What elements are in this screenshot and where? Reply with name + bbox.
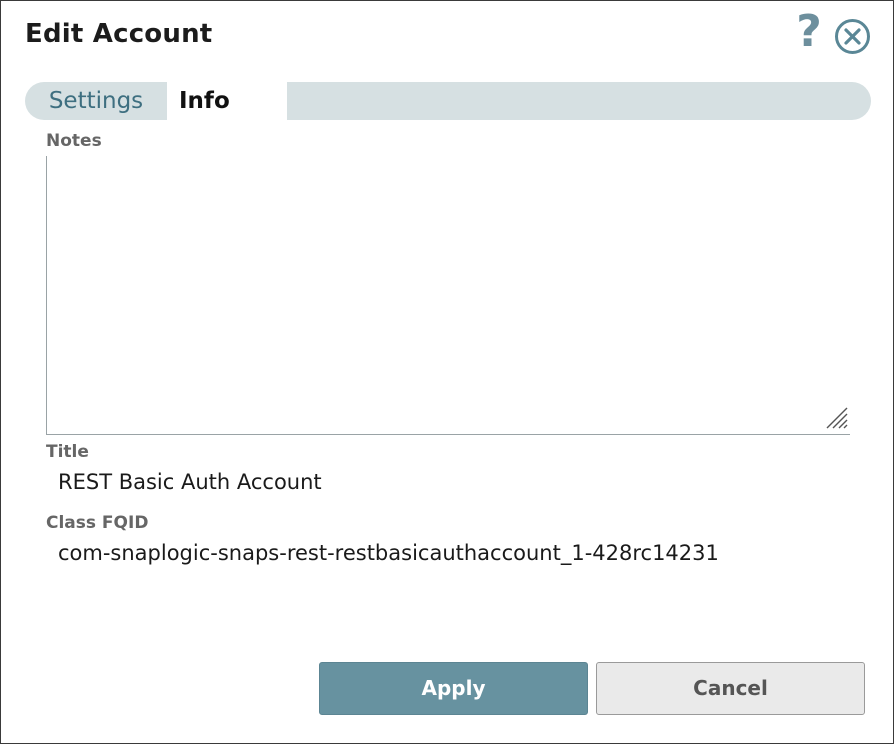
close-circle-x-icon (835, 19, 870, 54)
class-fqid-label: Class FQID (46, 513, 149, 533)
class-fqid-value: com-snaplogic-snaps-rest-restbasicauthac… (58, 541, 719, 565)
resize-grip-icon[interactable] (825, 406, 849, 430)
resize-grip-lines-icon (826, 407, 848, 429)
apply-button[interactable]: Apply (319, 662, 588, 715)
title-field-label: Title (46, 442, 89, 462)
dialog-title: Edit Account (25, 19, 213, 49)
edit-account-dialog: Edit Account ? Settings Info Notes Title… (0, 0, 894, 744)
tab-info[interactable]: Info (167, 82, 287, 120)
tab-settings[interactable]: Settings (25, 82, 167, 120)
help-icon[interactable]: ? (794, 7, 824, 57)
close-icon[interactable] (834, 18, 871, 55)
notes-textarea[interactable] (46, 156, 850, 435)
title-field-value: REST Basic Auth Account (58, 470, 322, 494)
notes-label: Notes (46, 131, 102, 151)
tab-bar: Settings Info (25, 82, 871, 120)
cancel-button[interactable]: Cancel (596, 662, 865, 715)
